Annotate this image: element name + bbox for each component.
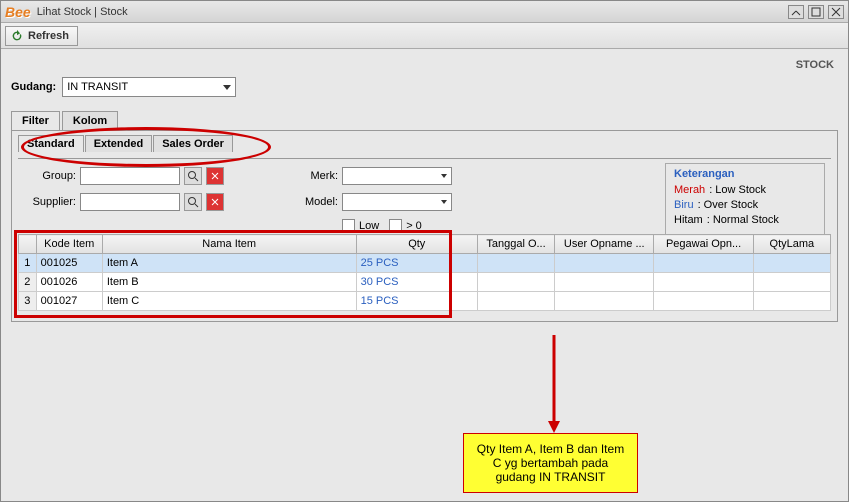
titlebar: Bee Lihat Stock | Stock: [1, 1, 848, 23]
low-label: Low: [359, 220, 379, 232]
supplier-label: Supplier:: [22, 196, 76, 208]
toolbar: Refresh: [1, 23, 848, 49]
legend-hitam: Hitam: [674, 214, 703, 226]
subtab-salesorder[interactable]: Sales Order: [153, 135, 233, 152]
refresh-label: Refresh: [28, 30, 69, 42]
cell-nama: Item B: [102, 273, 356, 292]
page-title: STOCK: [796, 59, 834, 71]
app-logo: Bee: [5, 4, 31, 20]
tabstrip: Filter Kolom: [11, 111, 838, 130]
cell-nama: Item A: [102, 254, 356, 273]
cell-tgl: [477, 254, 554, 273]
annotation-callout: Qty Item A, Item B dan Item C yg bertamb…: [463, 433, 638, 493]
legend-hitam-val: : Normal Stock: [707, 214, 779, 226]
cell-user: [555, 254, 654, 273]
cell-pegawai: [654, 273, 753, 292]
col-user[interactable]: User Opname ...: [555, 235, 654, 254]
clear-icon[interactable]: [206, 167, 224, 185]
window-title: Lihat Stock | Stock: [37, 6, 788, 18]
maximize-icon[interactable]: [808, 5, 824, 19]
cell-qty: 15 PCS: [356, 292, 477, 311]
cell-tgl: [477, 273, 554, 292]
model-select[interactable]: [342, 193, 452, 211]
search-icon[interactable]: [184, 193, 202, 211]
legend-box: Keterangan Merah : Low Stock Biru : Over S…: [665, 163, 825, 236]
merk-select[interactable]: [342, 167, 452, 185]
cell-user: [555, 273, 654, 292]
cell-tgl: [477, 292, 554, 311]
table-row[interactable]: 2001026Item B30 PCS: [19, 273, 831, 292]
legend-merah-val: : Low Stock: [709, 184, 766, 196]
cell-qtylama: [753, 273, 830, 292]
cell-pegawai: [654, 292, 753, 311]
cell-kode: 001025: [36, 254, 102, 273]
legend-biru-val: : Over Stock: [698, 199, 759, 211]
merk-label: Merk:: [284, 170, 338, 182]
legend-biru: Biru: [674, 199, 694, 211]
subtab-extended[interactable]: Extended: [85, 135, 153, 152]
cell-rownum: 1: [19, 254, 37, 273]
low-checkbox[interactable]: [342, 219, 355, 232]
cell-qtylama: [753, 292, 830, 311]
group-input[interactable]: [80, 167, 180, 185]
group-label: Group:: [22, 170, 76, 182]
col-rownum[interactable]: [19, 235, 37, 254]
col-qty[interactable]: Qty: [356, 235, 477, 254]
refresh-icon: [10, 29, 24, 43]
table-row[interactable]: 1001025Item A25 PCS: [19, 254, 831, 273]
gudang-value: IN TRANSIT: [67, 81, 128, 93]
legend-merah: Merah: [674, 184, 705, 196]
close-icon[interactable]: [828, 5, 844, 19]
col-pegawai[interactable]: Pegawai Opn...: [654, 235, 753, 254]
gt0-checkbox[interactable]: [389, 219, 402, 232]
gudang-select[interactable]: IN TRANSIT: [62, 77, 236, 97]
tab-kolom[interactable]: Kolom: [62, 111, 118, 130]
cell-nama: Item C: [102, 292, 356, 311]
model-label: Model:: [284, 196, 338, 208]
cell-kode: 001027: [36, 292, 102, 311]
col-qtylama[interactable]: QtyLama: [753, 235, 830, 254]
col-tgl[interactable]: Tanggal O...: [477, 235, 554, 254]
search-icon[interactable]: [184, 167, 202, 185]
refresh-button[interactable]: Refresh: [5, 26, 78, 46]
col-kode[interactable]: Kode Item: [36, 235, 102, 254]
cell-kode: 001026: [36, 273, 102, 292]
cell-pegawai: [654, 254, 753, 273]
table-row[interactable]: 3001027Item C15 PCS: [19, 292, 831, 311]
gudang-label: Gudang:: [11, 81, 56, 93]
subtab-standard[interactable]: Standard: [18, 135, 84, 152]
gt0-label: > 0: [406, 220, 422, 232]
cell-rownum: 2: [19, 273, 37, 292]
tab-filter[interactable]: Filter: [11, 111, 60, 130]
cell-qty: 25 PCS: [356, 254, 477, 273]
cell-qtylama: [753, 254, 830, 273]
annotation-arrow: [544, 335, 564, 437]
legend-title: Keterangan: [674, 168, 816, 180]
cell-qty: 30 PCS: [356, 273, 477, 292]
clear-icon[interactable]: [206, 193, 224, 211]
cell-user: [555, 292, 654, 311]
col-nama[interactable]: Nama Item: [102, 235, 356, 254]
cell-rownum: 3: [19, 292, 37, 311]
stock-table: Kode Item Nama Item Qty Tanggal O... Use…: [18, 234, 831, 311]
minimize-icon[interactable]: [788, 5, 804, 19]
supplier-input[interactable]: [80, 193, 180, 211]
